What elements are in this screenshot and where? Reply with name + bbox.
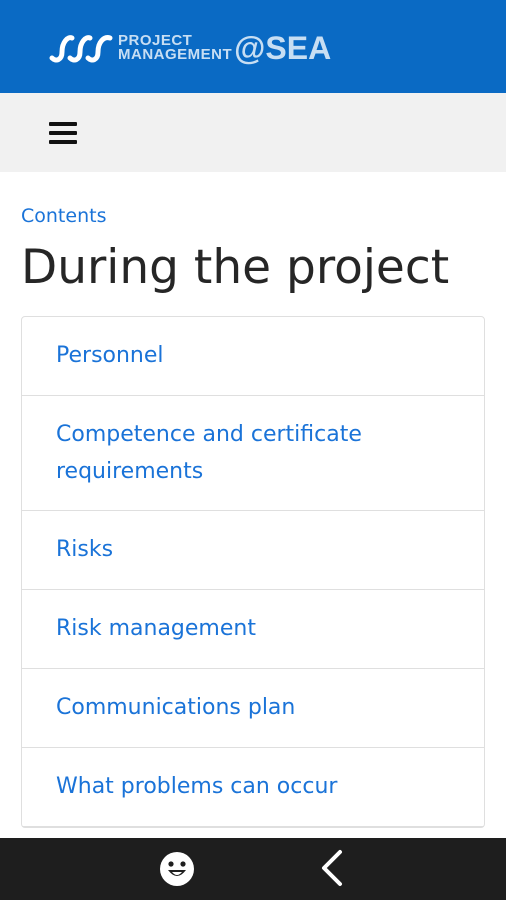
page-title: During the project xyxy=(21,240,450,295)
list-item-communications-plan[interactable]: Communications plan xyxy=(22,669,484,748)
logo-wordmark: PROJECT MANAGEMENT xyxy=(118,33,233,63)
system-navigation-bar xyxy=(0,838,506,900)
list-item-risks[interactable]: Risks xyxy=(22,511,484,590)
app-logo: PROJECT MANAGEMENT @SEA xyxy=(48,28,331,68)
logo-line-2: MANAGEMENT xyxy=(118,46,233,63)
menu-button[interactable] xyxy=(40,111,86,155)
brand-header: PROJECT MANAGEMENT @SEA xyxy=(0,0,506,93)
back-chevron-icon[interactable] xyxy=(312,848,352,888)
app-root: PROJECT MANAGEMENT @SEA Contents During … xyxy=(0,0,506,900)
hamburger-menu-icon-line xyxy=(49,122,77,126)
logo-suffix: @SEA xyxy=(234,30,332,66)
hamburger-menu-icon-line xyxy=(49,131,77,135)
topic-list: Personnel Competence and certificate req… xyxy=(21,316,485,828)
list-item-risk-management[interactable]: Risk management xyxy=(22,590,484,669)
list-item-problems[interactable]: What problems can occur xyxy=(22,748,484,827)
navigation-bar xyxy=(0,93,506,172)
hamburger-menu-icon-line xyxy=(49,140,77,144)
assistant-face-icon[interactable] xyxy=(158,850,196,888)
list-item-personnel[interactable]: Personnel xyxy=(22,317,484,396)
breadcrumb-contents-link[interactable]: Contents xyxy=(21,205,106,227)
list-item-competence[interactable]: Competence and certificate requirements xyxy=(22,396,484,511)
waves-logo-icon xyxy=(49,35,113,63)
